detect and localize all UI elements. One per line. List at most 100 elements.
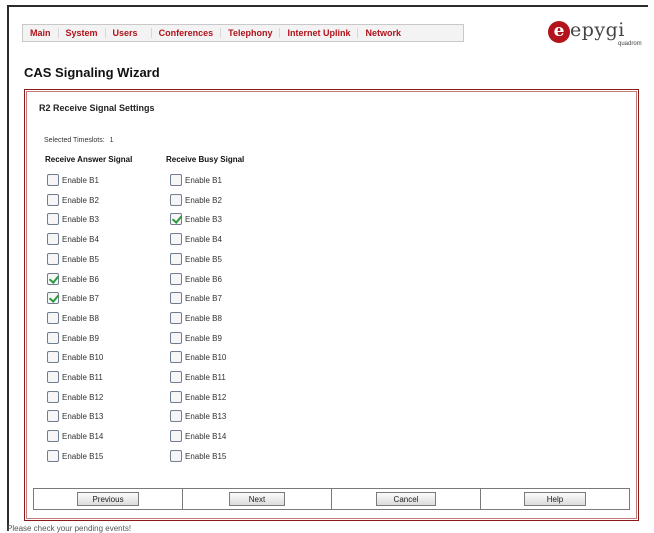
busy-signal-label: Enable B1	[185, 175, 222, 185]
busy-signal-label: Enable B12	[185, 392, 227, 402]
help-button[interactable]: Help	[524, 492, 586, 506]
busy-signal-checkbox[interactable]	[170, 233, 182, 245]
busy-signal-label: Enable B3	[185, 214, 222, 224]
answer-signal-checkbox[interactable]	[47, 213, 59, 225]
button-cell-help: Help	[480, 489, 629, 509]
busy-signal-checkbox[interactable]	[170, 371, 182, 383]
busy-signal-checkbox[interactable]	[170, 410, 182, 422]
busy-signal-checkbox[interactable]	[170, 430, 182, 442]
answer-signal-label: Enable B11	[62, 372, 103, 382]
answer-signal-row: Enable B12	[47, 390, 103, 404]
nav-item-system[interactable]: System	[57, 28, 105, 38]
answer-signal-checkbox[interactable]	[47, 450, 59, 462]
answer-signal-checkbox[interactable]	[47, 410, 59, 422]
busy-signal-checkbox[interactable]	[170, 253, 182, 265]
busy-signal-label: Enable B6	[185, 274, 222, 284]
answer-signal-label: Enable B3	[62, 214, 99, 224]
selected-timeslots-value: 1	[109, 137, 114, 144]
busy-signal-checkbox[interactable]	[170, 351, 182, 363]
busy-signal-label: Enable B8	[185, 313, 222, 323]
busy-signal-label: Enable B4	[185, 234, 222, 244]
answer-signal-checkbox[interactable]	[47, 253, 59, 265]
button-cell-cancel: Cancel	[331, 489, 480, 509]
answer-signal-checkbox[interactable]	[47, 273, 59, 285]
busy-signal-row: Enable B8	[170, 311, 222, 325]
answer-signal-row: Enable B7	[47, 291, 99, 305]
busy-signal-checkbox[interactable]	[170, 174, 182, 186]
busy-signal-checkbox[interactable]	[170, 194, 182, 206]
busy-signal-row: Enable B14	[170, 429, 226, 443]
nav-item-network[interactable]: Network	[357, 28, 408, 38]
next-button[interactable]: Next	[229, 492, 285, 506]
busy-signal-checkbox[interactable]	[170, 450, 182, 462]
busy-signal-label: Enable B7	[185, 293, 222, 303]
pending-events-note: Please check your pending events!	[7, 524, 132, 533]
busy-signal-row: Enable B5	[170, 252, 222, 266]
busy-signal-checkbox[interactable]	[170, 312, 182, 324]
answer-signal-checkbox[interactable]	[47, 391, 59, 403]
main-nav-bar: Main System Users Conferences Telephony …	[22, 24, 464, 42]
answer-signal-checkbox[interactable]	[47, 430, 59, 442]
answer-signal-row: Enable B3	[47, 212, 99, 226]
busy-signal-row: Enable B7	[170, 291, 222, 305]
answer-signal-checkbox[interactable]	[47, 194, 59, 206]
busy-signal-label: Enable B2	[185, 195, 222, 205]
answer-signal-checkbox[interactable]	[47, 332, 59, 344]
nav-item-conferences[interactable]: Conferences	[150, 28, 221, 38]
answer-signal-checkbox[interactable]	[47, 371, 59, 383]
cancel-button[interactable]: Cancel	[376, 492, 436, 506]
nav-item-users[interactable]: Users	[104, 28, 145, 38]
busy-signal-checkbox[interactable]	[170, 273, 182, 285]
page-title: CAS Signaling Wizard	[24, 65, 160, 80]
answer-signal-row: Enable B1	[47, 173, 99, 187]
receive-busy-signal-header: Receive Busy Signal	[166, 155, 245, 164]
section-title: R2 Receive Signal Settings	[39, 103, 155, 113]
answer-signal-row: Enable B2	[47, 193, 99, 207]
busy-signal-row: Enable B10	[170, 350, 226, 364]
logo-subtitle: quadrom	[618, 41, 642, 47]
button-cell-next: Next	[182, 489, 331, 509]
busy-signal-row: Enable B4	[170, 232, 222, 246]
answer-signal-label: Enable B13	[62, 411, 104, 421]
answer-signal-checkbox[interactable]	[47, 233, 59, 245]
busy-signal-row: Enable B12	[170, 390, 226, 404]
nav-item-internet-uplink[interactable]: Internet Uplink	[279, 28, 357, 38]
answer-signal-checkbox[interactable]	[47, 312, 59, 324]
busy-signal-label: Enable B14	[185, 431, 227, 441]
answer-signal-checkbox[interactable]	[47, 174, 59, 186]
busy-signal-row: Enable B1	[170, 173, 222, 187]
selected-timeslots: Selected Timeslots: 1	[44, 137, 114, 144]
busy-signal-row: Enable B2	[170, 193, 222, 207]
busy-signal-label: Enable B13	[185, 411, 227, 421]
logo-mark: e	[548, 21, 570, 43]
answer-signal-label: Enable B5	[62, 254, 99, 264]
previous-button[interactable]: Previous	[77, 492, 139, 506]
busy-signal-label: Enable B5	[185, 254, 222, 264]
nav-item-main[interactable]: Main	[23, 28, 58, 38]
nav-item-telephony[interactable]: Telephony	[220, 28, 279, 38]
answer-signal-row: Enable B10	[47, 350, 103, 364]
answer-signal-label: Enable B8	[62, 313, 99, 323]
busy-signal-checkbox[interactable]	[170, 332, 182, 344]
answer-signal-row: Enable B15	[47, 449, 103, 463]
busy-signal-row: Enable B6	[170, 272, 222, 286]
answer-signal-checkbox[interactable]	[47, 351, 59, 363]
selected-timeslots-label: Selected Timeslots:	[44, 137, 105, 144]
answer-signal-row: Enable B5	[47, 252, 99, 266]
answer-signal-label: Enable B2	[62, 195, 99, 205]
busy-signal-label: Enable B9	[185, 333, 222, 343]
button-cell-previous: Previous	[34, 489, 182, 509]
answer-signal-row: Enable B9	[47, 331, 99, 345]
answer-signal-row: Enable B6	[47, 272, 99, 286]
receive-answer-signal-header: Receive Answer Signal	[45, 155, 133, 164]
busy-signal-checkbox[interactable]	[170, 213, 182, 225]
busy-signal-checkbox[interactable]	[170, 391, 182, 403]
wizard-panel	[24, 89, 639, 521]
busy-signal-checkbox[interactable]	[170, 292, 182, 304]
answer-signal-row: Enable B13	[47, 409, 103, 423]
logo-word: epygi	[570, 19, 625, 41]
answer-signal-label: Enable B14	[62, 431, 104, 441]
busy-signal-row: Enable B15	[170, 449, 226, 463]
answer-signal-label: Enable B6	[62, 274, 99, 284]
answer-signal-checkbox[interactable]	[47, 292, 59, 304]
